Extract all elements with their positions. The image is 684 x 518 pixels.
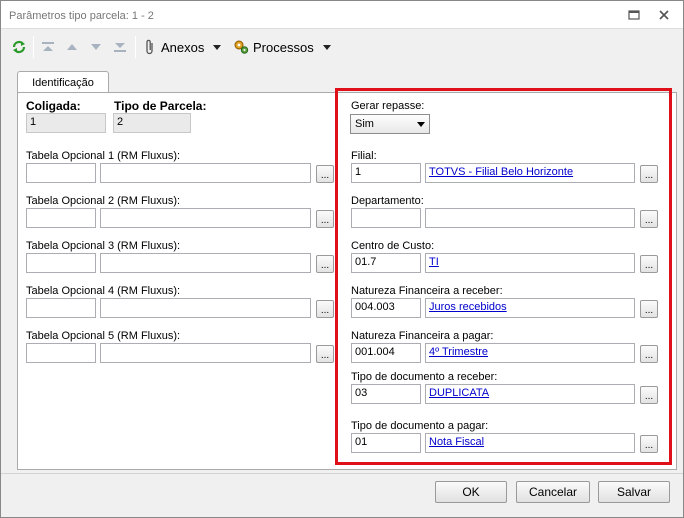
salvar-button[interactable]: Salvar xyxy=(598,481,670,503)
tabela-opcional-5-desc[interactable] xyxy=(100,343,311,363)
tabela-opcional-4-desc[interactable] xyxy=(100,298,311,318)
previous-record-icon[interactable] xyxy=(65,38,79,56)
tabela-opcional-1-desc[interactable] xyxy=(100,163,311,183)
toolbar: Anexos Processos xyxy=(1,30,683,64)
tabela-opcional-1-lookup-button[interactable]: ... xyxy=(316,165,334,183)
window-title: Parâmetros tipo parcela: 1 - 2 xyxy=(9,10,154,22)
title-bar: Parâmetros tipo parcela: 1 - 2 xyxy=(1,1,683,29)
highlight-box xyxy=(335,88,672,465)
ok-button[interactable]: OK xyxy=(435,481,507,503)
next-record-icon[interactable] xyxy=(89,38,103,56)
tabela-opcional-4-code[interactable] xyxy=(26,298,96,318)
coligada-field: 1 xyxy=(26,113,106,133)
dialog-window: Parâmetros tipo parcela: 1 - 2 Anexos Pr… xyxy=(0,0,684,518)
gears-icon xyxy=(233,39,249,55)
tabela-opcional-1-code[interactable] xyxy=(26,163,96,183)
tipo-parcela-label: Tipo de Parcela: xyxy=(114,99,207,113)
refresh-icon[interactable] xyxy=(11,38,27,56)
tabela-opcional-5-lookup-button[interactable]: ... xyxy=(316,345,334,363)
last-record-icon[interactable] xyxy=(113,38,127,56)
tabela-opcional-5-label: Tabela Opcional 5 (RM Fluxus): xyxy=(26,330,181,342)
tipo-parcela-field: 2 xyxy=(113,113,191,133)
chevron-down-icon xyxy=(322,44,331,50)
tabela-opcional-3-desc[interactable] xyxy=(100,253,311,273)
restore-icon[interactable] xyxy=(625,7,643,23)
tabela-opcional-2-desc[interactable] xyxy=(100,208,311,228)
processos-label: Processos xyxy=(253,39,314,55)
toolbar-separator xyxy=(33,36,34,58)
tabela-opcional-2-code[interactable] xyxy=(26,208,96,228)
tabela-opcional-1-label: Tabela Opcional 1 (RM Fluxus): xyxy=(26,150,181,162)
tabela-opcional-3-label: Tabela Opcional 3 (RM Fluxus): xyxy=(26,240,181,252)
tabela-opcional-3-code[interactable] xyxy=(26,253,96,273)
tab-identificacao[interactable]: Identificação xyxy=(17,71,109,93)
chevron-down-icon xyxy=(213,44,222,50)
first-record-icon[interactable] xyxy=(41,38,55,56)
tabela-opcional-2-lookup-button[interactable]: ... xyxy=(316,210,334,228)
anexos-label: Anexos xyxy=(161,39,205,55)
tabela-opcional-3-lookup-button[interactable]: ... xyxy=(316,255,334,273)
tabela-opcional-2-label: Tabela Opcional 2 (RM Fluxus): xyxy=(26,195,181,207)
toolbar-separator xyxy=(135,36,136,58)
anexos-menu[interactable]: Anexos xyxy=(143,38,222,56)
paperclip-icon xyxy=(143,39,157,55)
processos-menu[interactable]: Processos xyxy=(233,38,331,56)
tabela-opcional-5-code[interactable] xyxy=(26,343,96,363)
close-icon[interactable] xyxy=(655,7,673,23)
coligada-label: Coligada: xyxy=(26,99,81,113)
tabela-opcional-4-lookup-button[interactable]: ... xyxy=(316,300,334,318)
cancelar-button[interactable]: Cancelar xyxy=(516,481,590,503)
footer-divider xyxy=(1,473,683,474)
tabela-opcional-4-label: Tabela Opcional 4 (RM Fluxus): xyxy=(26,285,181,297)
